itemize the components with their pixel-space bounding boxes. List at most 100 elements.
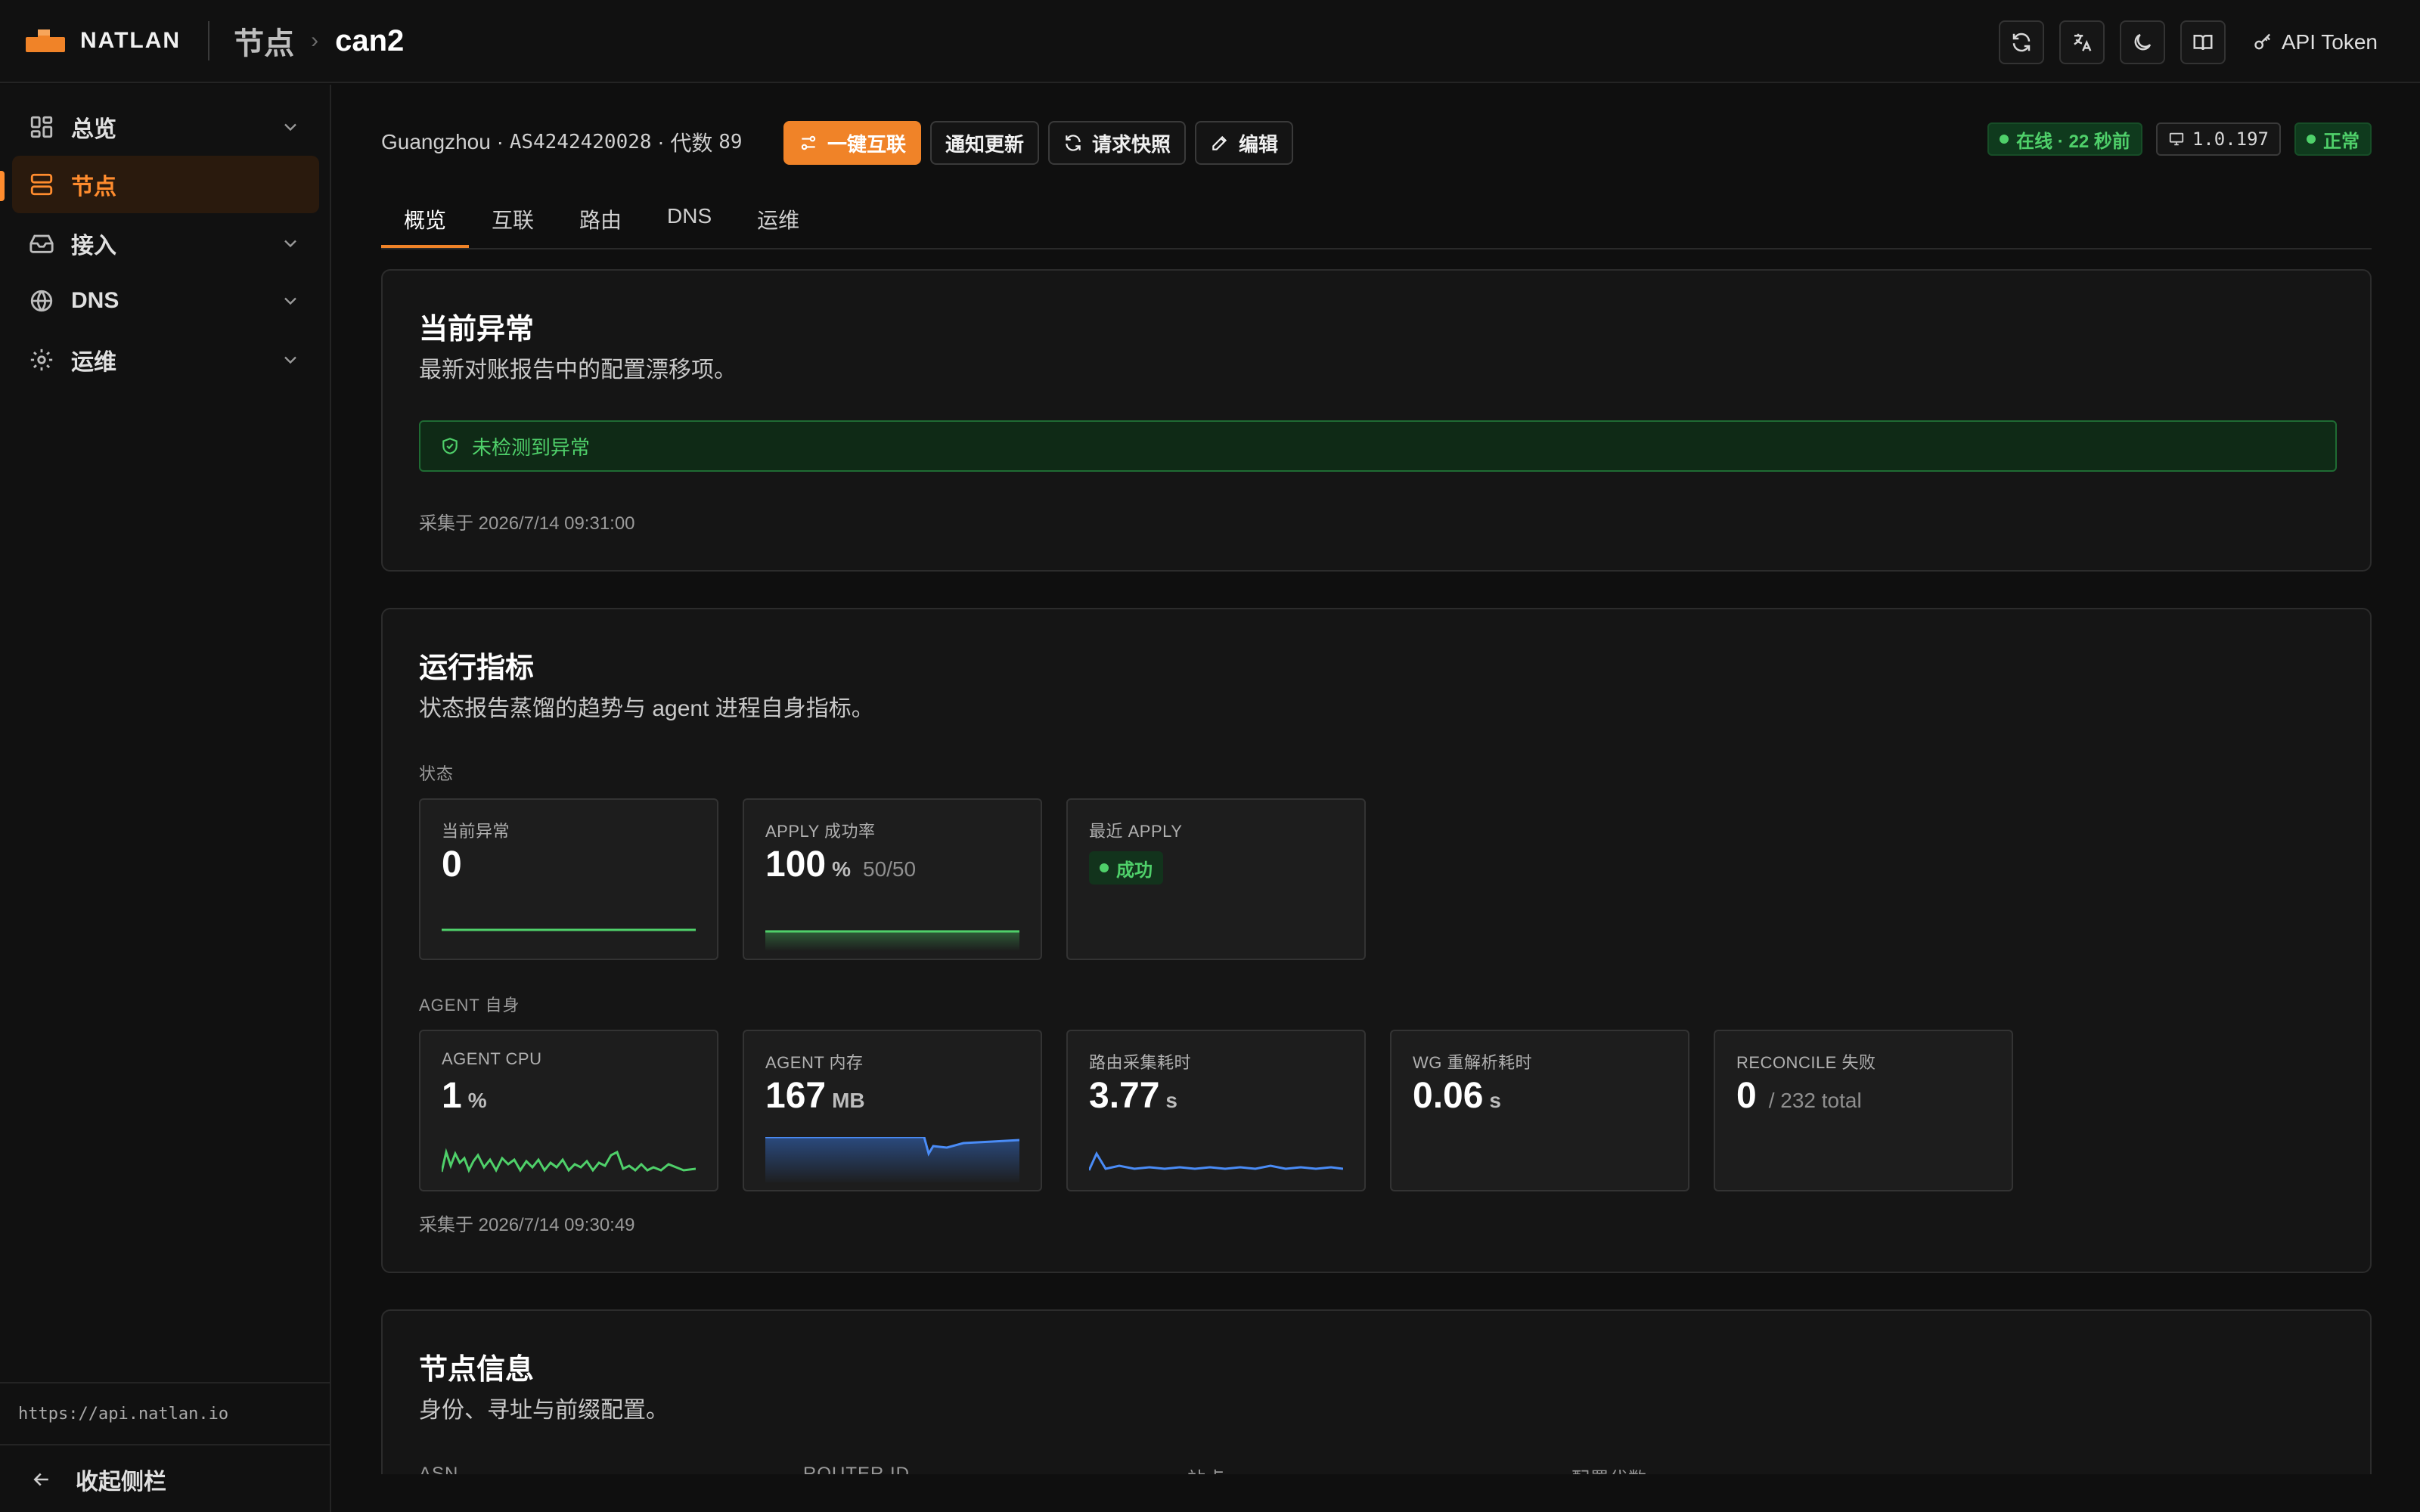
edit-button[interactable]: 编辑 <box>1195 121 1294 165</box>
agent-section-label: AGENT 自身 <box>419 996 520 1015</box>
sidebar-item-dns[interactable]: DNS <box>12 272 319 330</box>
metric-value: 0.06 s <box>1413 1075 1501 1117</box>
pencil-icon <box>1212 135 1227 150</box>
metric-agent-memory: AGENT 内存 167 MB <box>743 1030 1042 1191</box>
api-token-button[interactable]: API Token <box>2253 30 2378 54</box>
tab-routes[interactable]: 路由 <box>557 195 644 248</box>
metric-unit: % <box>832 857 851 881</box>
natlan-logo-icon <box>24 28 67 54</box>
moon-icon <box>2134 33 2152 51</box>
node-asn: AS4242420028 <box>509 131 652 153</box>
status-row: 在线 · 22 秒前 1.0.197 正常 <box>1974 122 2372 156</box>
globe-icon <box>29 288 54 314</box>
metric-current-anomaly: 当前异常 0 <box>419 798 718 960</box>
sidebar-item-label: 节点 <box>71 175 116 200</box>
metric-value: 0 <box>442 844 462 885</box>
anomaly-card: 当前异常 最新对账报告中的配置漂移项。 未检测到异常 采集于 2026/7/14… <box>381 269 2372 572</box>
card-title: 运行指标 <box>419 652 535 684</box>
metric-label: 当前异常 <box>442 822 510 841</box>
top-bar: NATLAN 节点 › can2 API Token <box>0 0 2420 83</box>
cpu-sparkline <box>442 1148 696 1173</box>
notify-update-button[interactable]: 通知更新 <box>930 121 1040 165</box>
card-subtitle: 身份、寻址与前缀配置。 <box>419 1398 669 1423</box>
tab-ops[interactable]: 运维 <box>734 195 822 248</box>
metric-value: 167 MB <box>765 1075 865 1117</box>
memory-sparkline <box>765 1137 1019 1182</box>
no-anomaly-text: 未检测到异常 <box>472 435 591 459</box>
metric-unit: % <box>467 1089 487 1112</box>
sliders-icon <box>801 135 816 150</box>
inbox-icon <box>29 231 54 256</box>
metric-label: 路由采集耗时 <box>1089 1053 1192 1072</box>
health-text: 正常 <box>2323 131 2360 152</box>
metric-value: 3.77 s <box>1089 1075 1177 1117</box>
metric-reconcile-failures: RECONCILE 失败 0 / 232 total <box>1714 1030 2013 1191</box>
sidebar-item-ops[interactable]: 运维 <box>12 331 319 389</box>
status-dot-icon <box>2000 135 2009 144</box>
metric-extra: 50/50 <box>863 857 917 881</box>
card-subtitle: 最新对账报告中的配置漂移项。 <box>419 358 737 383</box>
tab-interconnect[interactable]: 互联 <box>469 195 557 248</box>
route-time-sparkline <box>1089 1151 1343 1171</box>
gear-icon <box>29 347 54 373</box>
sidebar-item-label: DNS <box>71 288 119 313</box>
no-anomaly-banner: 未检测到异常 <box>419 420 2337 472</box>
interconnect-button[interactable]: 一键互联 <box>783 121 922 165</box>
book-icon <box>2193 35 2213 51</box>
sidebar-item-nodes[interactable]: 节点 <box>12 156 319 213</box>
docs-button[interactable] <box>2180 20 2226 64</box>
sidebar-item-label: 总览 <box>71 117 116 142</box>
collapse-sidebar-button[interactable]: 收起侧栏 <box>0 1447 330 1512</box>
chevron-down-icon <box>280 233 301 254</box>
metric-number: 0 <box>1736 1076 1757 1116</box>
refresh-icon <box>1066 135 1081 151</box>
top-actions: API Token <box>1984 20 2378 64</box>
metric-label: 最近 APPLY <box>1089 822 1183 841</box>
metric-value: 1 % <box>442 1075 487 1117</box>
divider <box>208 21 210 60</box>
key-icon <box>2254 33 2270 50</box>
sidebar-item-label: 接入 <box>71 234 116 259</box>
api-url: https://api.natlan.io <box>0 1382 330 1445</box>
node-location: Guangzhou <box>381 130 491 153</box>
language-button[interactable] <box>2059 20 2105 64</box>
metric-label: WG 重解析耗时 <box>1413 1053 1532 1072</box>
metric-label: RECONCILE 失败 <box>1736 1053 1876 1072</box>
version-text: 1.0.197 <box>2192 129 2269 150</box>
refresh-icon <box>2012 33 2031 52</box>
edit-label: 编辑 <box>1239 132 1279 156</box>
metric-label: APPLY 成功率 <box>765 822 876 841</box>
apply-success-text: 成功 <box>1116 860 1153 881</box>
tab-overview[interactable]: 概览 <box>381 195 470 248</box>
breadcrumb-chevron-icon: › <box>311 28 319 53</box>
metric-number: 167 <box>765 1076 827 1116</box>
shield-check-icon <box>442 438 458 454</box>
metric-value: 100 % 50/50 <box>765 844 916 885</box>
server-icon <box>29 172 54 197</box>
api-token-label: API Token <box>2281 30 2378 54</box>
generation-value: 89 <box>718 131 743 153</box>
health-badge: 正常 <box>2294 122 2372 156</box>
metric-wg-resolve-time: WG 重解析耗时 0.06 s <box>1390 1030 1689 1191</box>
card-title: 节点信息 <box>419 1354 535 1386</box>
sidebar-item-label: 运维 <box>71 350 116 375</box>
theme-toggle-button[interactable] <box>2119 20 2165 64</box>
metric-value: 0 / 232 total <box>1736 1075 1862 1117</box>
sidebar-item-access[interactable]: 接入 <box>12 215 319 272</box>
metrics-card: 运行指标 状态报告蒸馏的趋势与 agent 进程自身指标。 状态 当前异常 0 … <box>381 608 2372 1273</box>
active-indicator <box>0 171 5 201</box>
apply-rate-sparkline <box>765 930 1019 951</box>
sidebar: 总览 节点 接入 DNS 运维 https://api.natlan.io 收起… <box>0 85 331 1512</box>
dashboard-icon <box>29 114 54 140</box>
request-snapshot-button[interactable]: 请求快照 <box>1048 121 1187 165</box>
breadcrumb-section[interactable]: 节点 <box>234 19 294 63</box>
sidebar-item-overview[interactable]: 总览 <box>12 98 319 156</box>
card-subtitle: 状态报告蒸馏的趋势与 agent 进程自身指标。 <box>419 696 874 721</box>
brand-name: NATLAN <box>80 28 182 53</box>
online-status-badge: 在线 · 22 秒前 <box>1987 122 2142 156</box>
brand[interactable]: NATLAN <box>24 28 181 54</box>
metric-agent-cpu: AGENT CPU 1 % <box>419 1030 718 1191</box>
refresh-button[interactable] <box>1998 20 2044 64</box>
tab-dns[interactable]: DNS <box>644 195 734 248</box>
metric-label: AGENT CPU <box>442 1049 542 1068</box>
